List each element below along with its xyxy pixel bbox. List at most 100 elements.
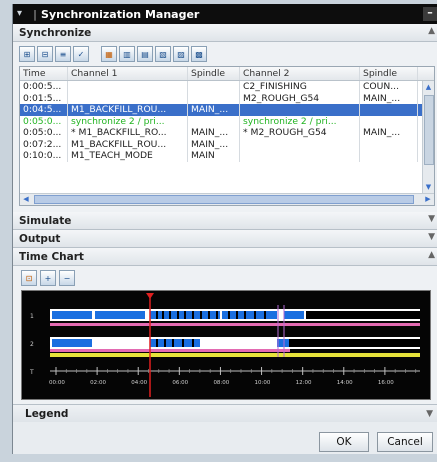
cell-spindle-1: MAIN_...: [188, 138, 240, 150]
synchronize-panel: ⊞ ⊟ ≡ ✓ ▦ ▥ ▤ ▧ ▨ ▩ Time Channel 1 Spind…: [13, 42, 437, 212]
ch1-tick: [184, 311, 186, 319]
cancel-button[interactable]: Cancel: [377, 432, 433, 452]
ch1-tick: [228, 311, 230, 319]
dialog-footer: OK Cancel: [13, 422, 437, 462]
cell-time: 0:10:0...: [20, 150, 68, 162]
minimize-button[interactable]: –: [423, 7, 437, 21]
cell-time: 0:05:0...: [20, 115, 68, 127]
fit-icon[interactable]: ⊡: [21, 270, 37, 286]
ch2-tick: [172, 339, 174, 347]
zoom-in-icon[interactable]: +: [40, 270, 56, 286]
ch2-spindle-2-bar: [50, 353, 420, 357]
chevron-down-icon[interactable]: ▼: [428, 232, 435, 242]
cell-channel-2: M2_ROUGH_G54: [240, 92, 360, 104]
ch1-tick: [208, 311, 210, 319]
sync-remove-icon[interactable]: ⊟: [37, 46, 53, 62]
section-legend[interactable]: Legend ▼: [13, 404, 437, 422]
time-tick-label: 16:00: [378, 380, 394, 386]
current-time-marker-head[interactable]: [146, 293, 154, 299]
scroll-up-icon[interactable]: ▲: [423, 81, 434, 93]
header-channel-2[interactable]: Channel 2: [240, 67, 360, 80]
ch2-spindle-bar: [50, 349, 290, 352]
time-tick-label: 06:00: [172, 380, 188, 386]
app-icon: ▾: [17, 8, 23, 19]
columns-icon[interactable]: ▥: [119, 46, 135, 62]
cell-time: 0:00:5...: [20, 81, 68, 93]
ch2-tick: [156, 339, 158, 347]
section-synchronize[interactable]: Synchronize ▲: [13, 24, 437, 42]
horizontal-scrollbar[interactable]: ◀ ▶: [20, 193, 434, 205]
header-spindle-1[interactable]: Spindle: [188, 67, 240, 80]
ok-button[interactable]: OK: [319, 432, 369, 452]
cell-time: 0:01:5...: [20, 92, 68, 104]
time-chart-toolbar: ⊡ + −: [13, 266, 437, 290]
cell-spindle-1: [188, 81, 240, 93]
table-row[interactable]: 0:00:5... C2_FINISHING COUN...: [20, 81, 434, 93]
table-row[interactable]: 0:07:2... M1_BACKFILL_ROU... MAIN_...: [20, 138, 434, 150]
sort-icon[interactable]: ▧: [155, 46, 171, 62]
section-output[interactable]: Output ▼: [13, 230, 437, 248]
channel-1-label: 1: [30, 313, 34, 320]
table-row[interactable]: 0:05:0... * M1_BACKFILL_RO... MAIN_... *…: [20, 127, 434, 139]
header-channel-1[interactable]: Channel 1: [68, 67, 188, 80]
ch1-tick: [254, 311, 256, 319]
header-time[interactable]: Time: [20, 67, 68, 80]
time-tick-label: 04:00: [131, 380, 147, 386]
sync-edit-icon[interactable]: ≡: [55, 46, 71, 62]
cell-time: 0:07:2...: [20, 138, 68, 150]
time-tick-label: 02:00: [90, 380, 106, 386]
cell-time: 0:05:0...: [20, 127, 68, 139]
zoom-out-icon[interactable]: −: [59, 270, 75, 286]
table-row[interactable]: 0:10:0... M1_TEACH_MODE MAIN: [20, 150, 434, 162]
chevron-up-icon[interactable]: ▲: [428, 250, 435, 260]
ch1-tick: [162, 311, 164, 319]
cell-spindle-2: MAIN_...: [360, 127, 418, 139]
ch2-segment-dark: [289, 339, 420, 347]
ch1-segment: [52, 311, 92, 319]
grid-view-icon[interactable]: ▦: [101, 46, 117, 62]
cell-spindle-2: MAIN_...: [360, 92, 418, 104]
table-row-selected[interactable]: 0:04:5... M1_BACKFILL_ROU... MAIN_...: [20, 104, 434, 116]
sync-add-icon[interactable]: ⊞: [19, 46, 35, 62]
chevron-down-icon[interactable]: ▼: [428, 214, 435, 224]
chevron-up-icon[interactable]: ▲: [428, 26, 435, 36]
horizontal-scroll-thumb[interactable]: [34, 195, 414, 204]
section-simulate[interactable]: Simulate ▼: [13, 212, 437, 230]
time-chart-svg: 1 2 T 00:00 02:00 04:00 06:00 08:00 10:00 12:00 14…: [29, 293, 420, 397]
table-row-sync-event[interactable]: 0:05:0... synchronize 2 / pri... synchro…: [20, 115, 434, 127]
scroll-right-icon[interactable]: ▶: [422, 194, 434, 205]
cell-time: 0:04:5...: [20, 104, 68, 116]
chevron-down-icon[interactable]: ▼: [426, 409, 433, 419]
table-row[interactable]: 0:01:5... M2_ROUGH_G54 MAIN_...: [20, 92, 434, 104]
scroll-down-icon[interactable]: ▼: [423, 181, 434, 193]
sync-check-icon[interactable]: ✓: [73, 46, 89, 62]
ch1-spindle-bar: [50, 323, 420, 326]
cell-channel-1: [68, 81, 188, 93]
cell-channel-2: [240, 150, 360, 162]
cell-spindle-1: [188, 92, 240, 104]
scroll-left-icon[interactable]: ◀: [20, 194, 32, 205]
ch1-tick: [264, 311, 266, 319]
cell-channel-2: synchronize 2 / pri...: [240, 115, 360, 127]
vertical-scrollbar[interactable]: ▲ ▼: [422, 81, 434, 193]
cell-spindle-2: COUN...: [360, 81, 418, 93]
ch1-segment-dark: [306, 311, 420, 319]
ch1-tick: [244, 311, 246, 319]
filter-icon[interactable]: ▤: [137, 46, 153, 62]
time-chart[interactable]: 1 2 T 00:00 02:00 04:00 06:00 08:00 10:00 12:00 14…: [21, 290, 431, 400]
cell-channel-2: [240, 138, 360, 150]
ch1-tick: [216, 311, 218, 319]
export-icon[interactable]: ▨: [173, 46, 189, 62]
section-simulate-label: Simulate: [19, 214, 72, 227]
cell-channel-1: [68, 92, 188, 104]
cell-spindle-1: MAIN_...: [188, 104, 240, 116]
cell-channel-1: * M1_BACKFILL_RO...: [68, 127, 188, 139]
section-time-chart[interactable]: Time Chart ▲: [13, 248, 437, 266]
header-spindle-2[interactable]: Spindle: [360, 67, 418, 80]
vertical-scroll-thumb[interactable]: [424, 95, 434, 165]
section-output-label: Output: [19, 232, 61, 245]
ch1-segment: [95, 311, 145, 319]
cell-spindle-2: [360, 138, 418, 150]
import-icon[interactable]: ▩: [191, 46, 207, 62]
cell-channel-1: M1_TEACH_MODE: [68, 150, 188, 162]
